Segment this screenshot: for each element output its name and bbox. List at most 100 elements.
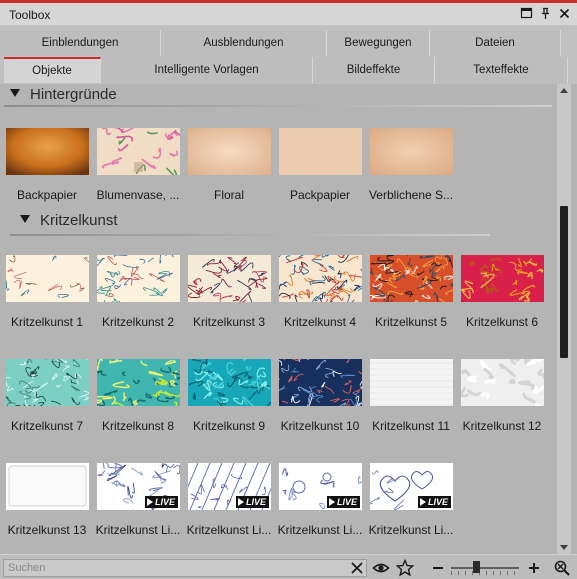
- zoom-reset-icon[interactable]: [553, 559, 571, 577]
- tab-bar: Einblendungen Ausblendungen Bewegungen Date…: [0, 26, 577, 84]
- tab-bewegungen[interactable]: Bewegungen: [327, 30, 430, 56]
- tab-ausblendungen[interactable]: Ausblendungen: [161, 30, 327, 56]
- thumbnail-image: LIVE: [97, 463, 180, 510]
- item-label: Floral: [213, 188, 244, 202]
- tab-einblendungen[interactable]: Einblendungen: [0, 30, 161, 56]
- thumbnail-image: [461, 359, 544, 406]
- live-badge: LIVE: [235, 496, 269, 508]
- window-title: Toolbox: [9, 8, 51, 22]
- vertical-scrollbar[interactable]: [557, 84, 571, 554]
- search-input[interactable]: [3, 559, 367, 577]
- item-label: Blumenvase, ...: [96, 188, 180, 202]
- tab-row-2: Objekte Intelligente Vorlagen Bildeffekte T…: [0, 57, 577, 84]
- pin-button[interactable]: [539, 7, 552, 20]
- scroll-thumb[interactable]: [560, 206, 568, 358]
- zoom-in-icon[interactable]: [525, 559, 543, 577]
- gallery-item[interactable]: Verblichene S...: [368, 128, 454, 223]
- item-label: Kritzelkunst 3: [192, 315, 266, 329]
- scroll-up-icon[interactable]: [560, 88, 568, 93]
- item-label: Kritzelkunst 9: [192, 419, 266, 433]
- item-label: Packpapier: [289, 188, 351, 202]
- thumbnail-image: [6, 128, 89, 175]
- gallery-item[interactable]: Kritzelkunst 11: [368, 359, 454, 454]
- play-icon: [419, 498, 426, 506]
- item-label: Kritzelkunst 1: [10, 315, 84, 329]
- section-header-hintergruende[interactable]: Hintergründe: [10, 86, 117, 106]
- gallery-item[interactable]: Kritzelkunst 8: [95, 359, 181, 454]
- zoom-slider[interactable]: [451, 561, 519, 575]
- section-title: Hintergründe: [30, 86, 117, 103]
- item-label: Kritzelkunst Li...: [186, 523, 272, 537]
- item-label: Kritzelkunst Li...: [95, 523, 181, 537]
- pin-icon: [539, 7, 552, 20]
- thumbnail-image: [279, 128, 362, 175]
- thumbnail-image: [188, 255, 271, 302]
- close-icon: [558, 7, 571, 20]
- toolbox-window: Toolbox Einblendungen Ausblendungen Bewegu…: [0, 0, 577, 579]
- section-divider: [4, 105, 552, 107]
- tab-objekte[interactable]: Objekte: [4, 57, 101, 83]
- gallery-item[interactable]: Blumenvase, ...: [95, 128, 181, 223]
- clear-search-icon[interactable]: [348, 559, 366, 577]
- tab-dateien[interactable]: Dateien: [430, 30, 561, 56]
- item-label: Kritzelkunst 11: [372, 419, 450, 433]
- eye-icon[interactable]: [372, 559, 390, 577]
- gallery-item[interactable]: Kritzelkunst 1: [4, 255, 90, 350]
- item-label: Kritzelkunst Li...: [277, 523, 363, 537]
- gallery-item[interactable]: Packpapier: [277, 128, 363, 223]
- item-label: Backpapier: [16, 188, 78, 202]
- live-badge-label: LIVE: [245, 497, 266, 507]
- live-badge-label: LIVE: [427, 497, 448, 507]
- gallery-item[interactable]: LIVE Kritzelkunst Li...: [277, 463, 363, 554]
- gallery-item[interactable]: Floral: [186, 128, 272, 223]
- gallery-item[interactable]: Kritzelkunst 13: [4, 463, 90, 554]
- item-label: Kritzelkunst 8: [101, 419, 175, 433]
- collapse-triangle-icon[interactable]: [20, 215, 30, 223]
- gallery-item[interactable]: Kritzelkunst 7: [4, 359, 90, 454]
- live-badge: LIVE: [144, 496, 178, 508]
- thumbnail-image: LIVE: [370, 463, 453, 510]
- zoom-out-icon[interactable]: [429, 559, 447, 577]
- restore-button[interactable]: [520, 7, 533, 20]
- section-title: Kritzelkunst: [40, 212, 118, 229]
- gallery-item[interactable]: Kritzelkunst 12: [459, 359, 545, 454]
- section-header-kritzelkunst[interactable]: Kritzelkunst: [20, 212, 118, 232]
- gallery-item[interactable]: Kritzelkunst 6: [459, 255, 545, 350]
- play-icon: [146, 498, 153, 506]
- tab-intelligente-vorlagen[interactable]: Intelligente Vorlagen: [101, 57, 313, 83]
- zoom-slider-knob[interactable]: [473, 561, 481, 573]
- scroll-down-icon[interactable]: [560, 545, 568, 550]
- object-gallery: Hintergründe Backpapier Blumenvase, ... Flo…: [0, 84, 556, 554]
- thumbnail-image: [370, 128, 453, 175]
- gallery-item[interactable]: Kritzelkunst 10: [277, 359, 363, 454]
- thumbnail-image: LIVE: [188, 463, 271, 510]
- thumbnail-image: [188, 128, 271, 175]
- thumbnail-image: [97, 255, 180, 302]
- thumbnail-image: [279, 359, 362, 406]
- item-label: Kritzelkunst Li...: [368, 523, 454, 537]
- gallery-item[interactable]: Backpapier: [4, 128, 90, 223]
- gallery-item[interactable]: Kritzelkunst 3: [186, 255, 272, 350]
- gallery-item[interactable]: LIVE Kritzelkunst Li...: [368, 463, 454, 554]
- thumbnail-image: [370, 255, 453, 302]
- play-icon: [328, 498, 335, 506]
- title-bar-buttons: [520, 7, 571, 20]
- gallery-item[interactable]: Kritzelkunst 4: [277, 255, 363, 350]
- thumbnail-image: [6, 359, 89, 406]
- thumbnail-image: [97, 128, 180, 175]
- collapse-triangle-icon[interactable]: [10, 89, 20, 97]
- gallery-item[interactable]: Kritzelkunst 5: [368, 255, 454, 350]
- star-icon[interactable]: [396, 559, 414, 577]
- close-button[interactable]: [558, 7, 571, 20]
- gallery-item[interactable]: LIVE Kritzelkunst Li...: [95, 463, 181, 554]
- tab-texteffekte[interactable]: Texteffekte: [435, 57, 568, 83]
- gallery-item[interactable]: LIVE Kritzelkunst Li...: [186, 463, 272, 554]
- thumbnail-image: [370, 359, 453, 406]
- gallery-item[interactable]: Kritzelkunst 9: [186, 359, 272, 454]
- item-label: Kritzelkunst 2: [101, 315, 175, 329]
- gallery-item[interactable]: Kritzelkunst 2: [95, 255, 181, 350]
- live-badge-label: LIVE: [154, 497, 175, 507]
- tab-bildeffekte[interactable]: Bildeffekte: [313, 57, 435, 83]
- play-icon: [237, 498, 244, 506]
- live-badge: LIVE: [417, 496, 451, 508]
